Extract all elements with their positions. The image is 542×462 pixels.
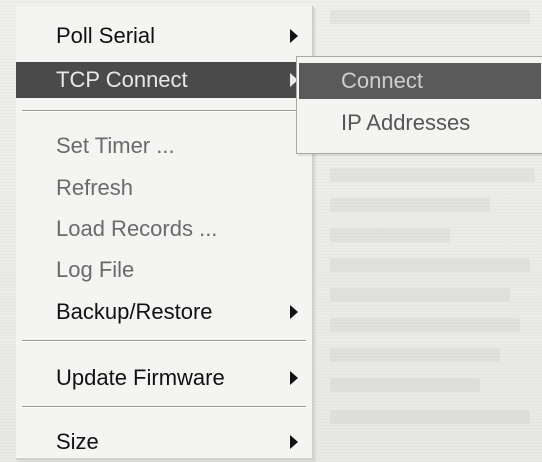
background-text-line (330, 228, 450, 242)
submenu-arrow-icon (290, 371, 298, 385)
menu-item-tcp-connect[interactable]: TCP Connect (16, 62, 312, 98)
menu-item-poll-serial[interactable]: Poll Serial (16, 18, 312, 54)
menu-item-label: Update Firmware (56, 365, 225, 390)
menu-item-label: Poll Serial (56, 23, 156, 48)
background-text-line (330, 410, 530, 424)
menu-item-label: Backup/Restore (56, 299, 213, 324)
menu-item-label: Set Timer ... (56, 133, 175, 158)
menu-item-label: Size (56, 429, 99, 454)
menu-item-label: Load Records ... (56, 216, 218, 241)
background-text-line (330, 378, 480, 392)
background-text-line (330, 258, 530, 272)
submenu-item-label: Connect (341, 68, 423, 93)
menu-separator (22, 406, 306, 408)
menu-item-set-timer[interactable]: Set Timer ... (16, 128, 312, 164)
menu-item-label: Log File (56, 257, 135, 282)
submenu-arrow-icon (290, 435, 298, 449)
context-menu: Poll Serial TCP Connect Set Timer ... Re… (16, 6, 314, 460)
menu-item-update-firmware[interactable]: Update Firmware (16, 360, 312, 396)
menu-separator (22, 110, 306, 112)
menu-item-label: Refresh (56, 175, 134, 200)
submenu-item-connect[interactable]: Connect (299, 63, 541, 99)
tcp-connect-submenu: Connect IP Addresses (296, 56, 542, 154)
background-text-line (330, 10, 530, 24)
menu-item-log-file[interactable]: Log File (16, 252, 312, 288)
menu-item-backup-restore[interactable]: Backup/Restore (16, 294, 312, 330)
submenu-arrow-icon (290, 29, 298, 43)
submenu-arrow-icon (290, 305, 298, 319)
background-text-line (330, 168, 535, 182)
submenu-item-ip-addresses[interactable]: IP Addresses (299, 105, 541, 141)
menu-separator (22, 340, 306, 342)
background-text-line (330, 348, 500, 362)
background-text-line (330, 318, 520, 332)
background-text-line (330, 288, 510, 302)
submenu-item-label: IP Addresses (341, 110, 471, 135)
menu-item-refresh[interactable]: Refresh (16, 170, 312, 206)
menu-item-size[interactable]: Size (16, 424, 312, 460)
menu-item-label: TCP Connect (56, 67, 188, 92)
background-text-line (330, 198, 490, 212)
menu-item-load-records[interactable]: Load Records ... (16, 211, 312, 247)
